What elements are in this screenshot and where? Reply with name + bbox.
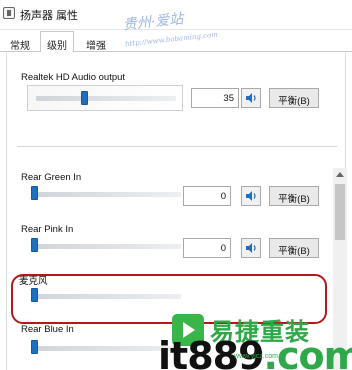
watermark-text: 贵州·爱站 [122,11,185,34]
rear-green-in-balance-button[interactable]: 平衡(B) [269,186,319,206]
rear-pink-in-slider-thumb[interactable] [31,238,38,252]
output-mute-button[interactable] [241,88,261,108]
logo-domain: it889.com [158,334,352,370]
logo-domain-suffix: .com [263,334,352,370]
microphone-slider-thumb[interactable] [31,288,38,302]
rear-green-in-level-input[interactable]: 0 [183,186,231,206]
output-slider-thumb[interactable] [81,91,88,105]
microphone-slider-track[interactable] [31,294,181,299]
speaker-icon [246,93,256,103]
logo-domain-prefix: it889 [158,334,265,370]
rear-blue-in-slider-thumb[interactable] [31,340,38,354]
speaker-icon [246,191,256,201]
output-balance-button[interactable]: 平衡(B) [269,88,319,108]
tab-levels[interactable]: 级别 [40,31,74,53]
section-divider [17,146,337,147]
rear-green-in-slider-track[interactable] [31,192,181,197]
rear-pink-in-label: Rear Pink In [21,224,74,235]
scrollbar-thumb[interactable] [335,184,345,240]
microphone-label: 麦克风 [19,276,48,287]
rear-pink-in-mute-button[interactable] [241,238,261,258]
speaker-window-icon [3,7,15,19]
tab-general[interactable]: 常规 [4,34,36,52]
logo-small-url: www.yjcz.com [234,353,278,360]
output-slider-frame [27,85,183,111]
rear-pink-in-slider-track[interactable] [31,244,181,249]
window-title: 扬声器 属性 [20,10,79,22]
rear-pink-in-level-input[interactable]: 0 [183,238,231,258]
scroll-up-arrow-icon[interactable] [333,168,347,182]
rear-green-in-mute-button[interactable] [241,186,261,206]
output-level-input[interactable]: 35 [191,88,239,108]
rear-green-in-slider-thumb[interactable] [31,186,38,200]
output-slider-track[interactable] [36,96,176,101]
speaker-icon [246,243,256,253]
rear-green-in-label: Rear Green In [21,172,82,183]
tab-enhancements[interactable]: 增强 [80,34,112,52]
rear-blue-in-label: Rear Blue In [21,324,74,335]
output-device-label: Realtek HD Audio output [21,72,126,83]
site-logo: 易捷重装 it889.com www.yjcz.com [158,310,352,370]
rear-pink-in-balance-button[interactable]: 平衡(B) [269,238,319,258]
